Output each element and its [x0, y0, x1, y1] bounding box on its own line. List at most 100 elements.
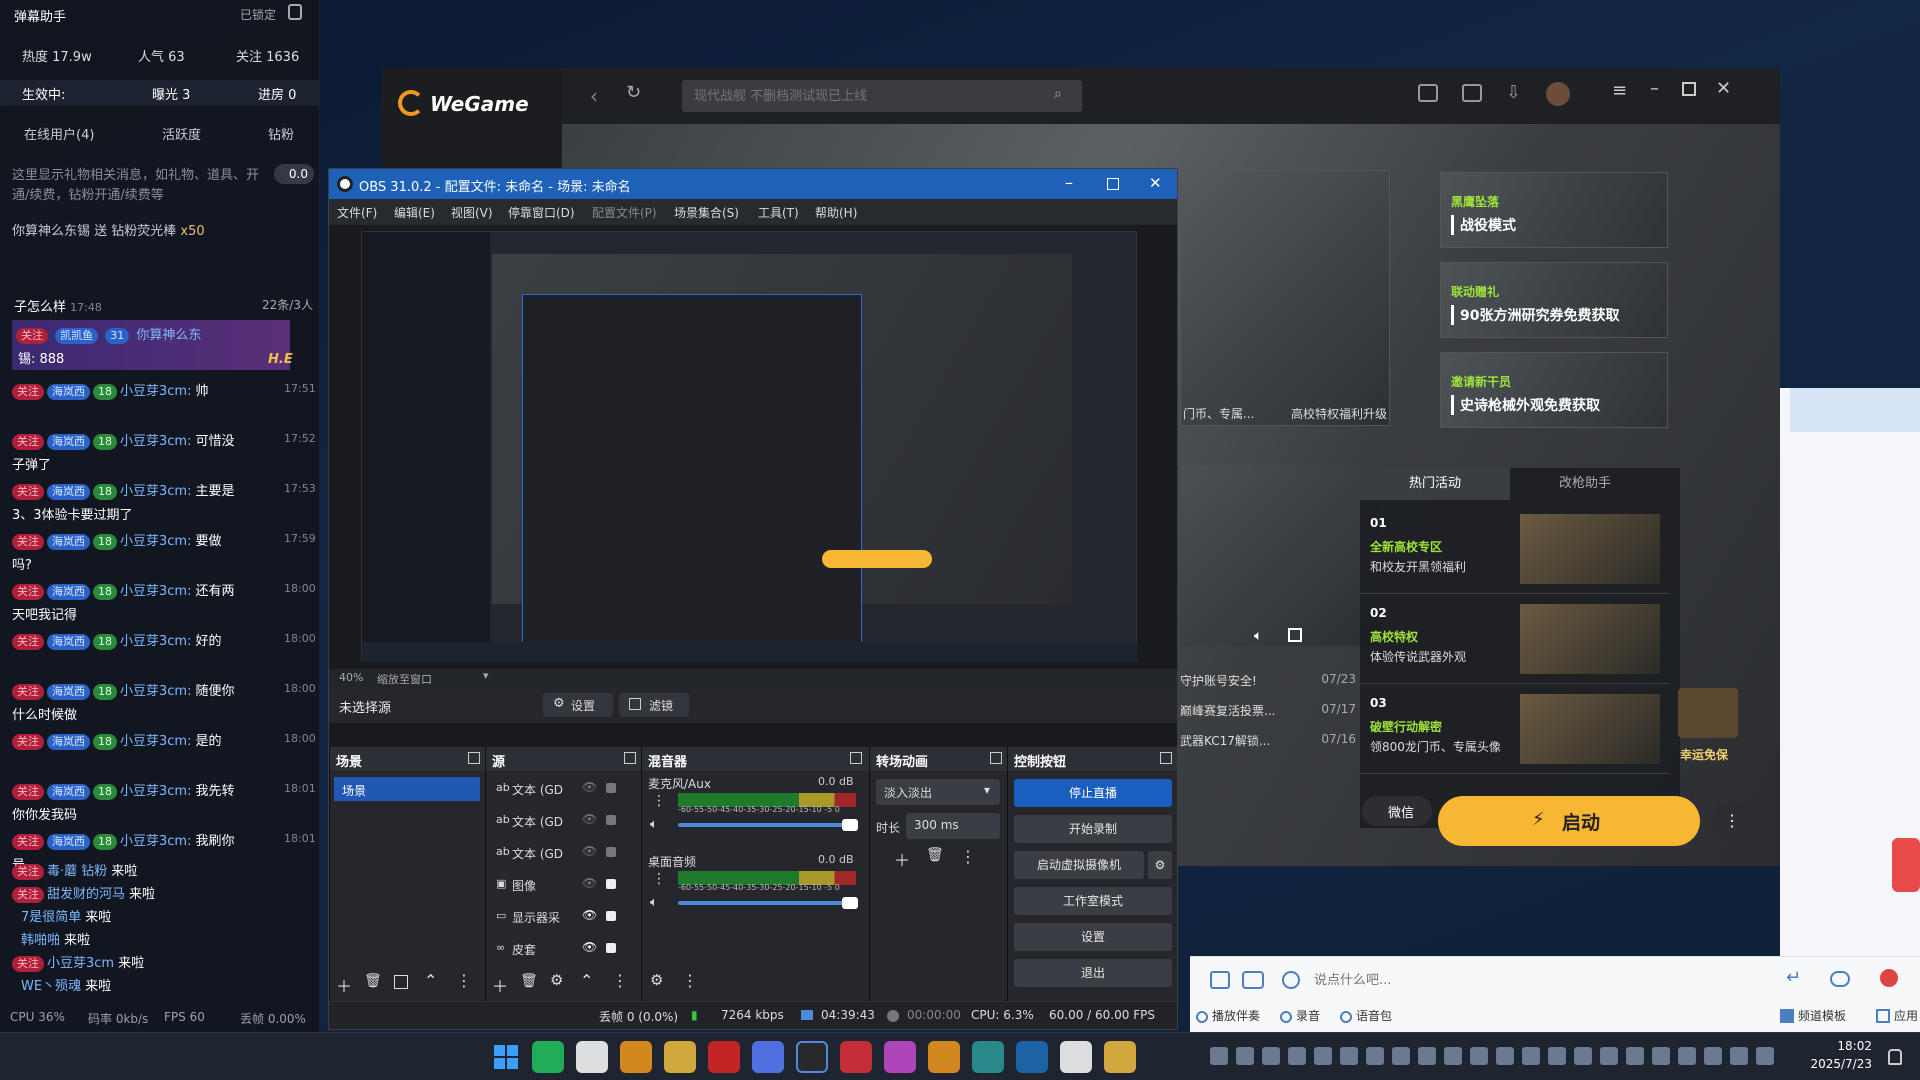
lock-icon[interactable]	[606, 879, 616, 889]
control-button-1[interactable]: 开始录制	[1014, 815, 1172, 843]
visibility-icon[interactable]: 👁︎	[582, 908, 597, 922]
chat-row[interactable]: 关注 海岚西 18 小豆芽3cm: 好的 18:00	[12, 630, 319, 650]
gear-icon[interactable]: ⚙	[550, 971, 563, 989]
more-icon[interactable]: ⋮	[652, 793, 666, 809]
menu-item[interactable]: 停靠窗口(D)	[508, 204, 575, 221]
source-item[interactable]: ▣ 图像 👁︎	[490, 873, 636, 897]
undock-icon[interactable]	[1160, 752, 1172, 764]
chat-row[interactable]: 关注 海岚西 18 小豆芽3cm: 还有两 18:00	[12, 580, 319, 600]
chat-row[interactable]: 关注 海岚西 18 小豆芽3cm: 可惜没 17:52	[12, 430, 319, 450]
news-item[interactable]: 巅峰赛复活投票... 07/17	[1180, 702, 1356, 719]
lock-icon[interactable]	[606, 911, 616, 921]
search-icon[interactable]: ⌕	[1054, 86, 1062, 102]
undock-icon[interactable]	[850, 752, 862, 764]
tray-icon-17[interactable]	[1652, 1047, 1670, 1065]
app-green-icon[interactable]	[532, 1041, 564, 1073]
enter-row[interactable]: 7是很简单 来啦	[12, 906, 319, 925]
bubble-icon[interactable]	[1830, 971, 1850, 987]
chat-row[interactable]: 关注 海岚西 18 小豆芽3cm: 我先转 18:01	[12, 780, 319, 800]
menu-item[interactable]: 场景集合(S)	[674, 204, 739, 221]
tab-helper[interactable]: 改枪助手	[1510, 468, 1660, 500]
video-thumb[interactable]: 🔈︎	[1180, 466, 1380, 646]
undock-icon[interactable]	[990, 752, 1002, 764]
undock-icon[interactable]	[624, 752, 636, 764]
follow-tag[interactable]: 关注	[16, 327, 48, 344]
tray-icon-5[interactable]	[1340, 1047, 1358, 1065]
add-icon[interactable]: ＋	[492, 973, 508, 997]
tray-icon-14[interactable]	[1574, 1047, 1592, 1065]
scene-item[interactable]: 场景	[334, 777, 480, 801]
wegame-taskbar-icon[interactable]	[928, 1041, 960, 1073]
chat-user[interactable]: 小豆芽3cm:	[120, 634, 191, 649]
chat-user[interactable]: 小豆芽3cm:	[120, 434, 191, 449]
virtual-camera-gear-icon[interactable]: ⚙	[1148, 851, 1172, 879]
tray-icon-9[interactable]	[1444, 1047, 1462, 1065]
source-item[interactable]: ab 文本 (GD 👁︎	[490, 777, 636, 801]
follow-tag[interactable]: 关注	[12, 863, 44, 880]
volume-slider[interactable]	[678, 897, 858, 909]
controller-icon[interactable]	[1242, 971, 1264, 989]
tray-icon-16[interactable]	[1626, 1047, 1644, 1065]
enter-row[interactable]: 关注 小豆芽3cm 来啦	[12, 952, 319, 972]
launch-button[interactable]: ⚡ 启动	[1438, 796, 1700, 846]
tray-icon-1[interactable]	[1236, 1047, 1254, 1065]
reply-icon[interactable]: ↵	[1786, 967, 1801, 988]
refresh-icon[interactable]: ↻	[626, 82, 641, 103]
lucky-chest-icon[interactable]	[1678, 688, 1738, 738]
home-icon[interactable]	[1780, 1009, 1794, 1023]
minimize-icon[interactable]: –	[1065, 173, 1073, 192]
visibility-icon[interactable]: 👁︎	[582, 812, 597, 826]
back-icon[interactable]: ‹	[590, 84, 598, 108]
chat-user[interactable]: 小豆芽3cm:	[120, 734, 191, 749]
chat-row[interactable]: 关注 海岚西 18 小豆芽3cm: 要做 17:59	[12, 530, 319, 550]
chat-tool-2[interactable]: 语音包	[1340, 1007, 1392, 1024]
menu-item[interactable]: 编辑(E)	[394, 204, 435, 221]
tray-icon-11[interactable]	[1496, 1047, 1514, 1065]
event-item[interactable]: 01 全新高校专区 和校友开黑领福利	[1360, 508, 1670, 594]
hero-media[interactable]: 门币、专属... 高校特权福利升级	[1180, 170, 1390, 426]
follow-tag[interactable]: 关注	[12, 383, 44, 400]
trash-icon[interactable]: 🗑︎	[520, 973, 538, 989]
lock-icon[interactable]	[606, 783, 616, 793]
filters-button[interactable]: 滤镜	[619, 693, 689, 717]
follow-tag[interactable]: 关注	[12, 633, 44, 650]
template-label[interactable]: 频道模板	[1798, 1007, 1846, 1024]
control-button-5[interactable]: 退出	[1014, 959, 1172, 987]
tray-icon-20[interactable]	[1730, 1047, 1748, 1065]
lock-icon[interactable]	[606, 943, 616, 953]
download-icon[interactable]: ⇩	[1506, 82, 1521, 103]
source-item[interactable]: ab 文本 (GD 👁︎	[490, 809, 636, 833]
chat-user[interactable]: 小豆芽3cm:	[120, 834, 191, 849]
online-users-col[interactable]: 在线用户(4)	[24, 124, 94, 143]
tray-icon-2[interactable]	[1262, 1047, 1280, 1065]
chat-user[interactable]: 小豆芽3cm:	[120, 584, 191, 599]
search-input[interactable]	[694, 86, 1034, 106]
follow-tag[interactable]: 关注	[12, 533, 44, 550]
properties-button[interactable]: ⚙ 设置	[543, 693, 613, 717]
tab-hot[interactable]: 热门活动	[1360, 468, 1510, 500]
gamepad-icon[interactable]	[1418, 84, 1438, 102]
volume-icon[interactable]: 🔈︎	[650, 817, 658, 832]
source-item[interactable]: ▭ 显示器采 👁︎	[490, 905, 636, 929]
enter-row[interactable]: WE丶殒魂 来啦	[12, 975, 319, 994]
menu-item[interactable]: 工具(T)	[758, 204, 799, 221]
more-icon[interactable]: ⋮	[960, 847, 976, 866]
control-button-3[interactable]: 工作室模式	[1014, 887, 1172, 915]
chat-user[interactable]: 小豆芽3cm:	[120, 784, 191, 799]
menu-item[interactable]: 文件(F)	[337, 204, 377, 221]
enter-user[interactable]: 7是很简单	[21, 910, 81, 925]
follow-tag[interactable]: 关注	[12, 483, 44, 500]
follow-tag[interactable]: 关注	[12, 886, 44, 903]
follow-tag[interactable]: 关注	[12, 955, 44, 972]
tray-icon-19[interactable]	[1704, 1047, 1722, 1065]
chevron-down-icon[interactable]: ▾	[483, 669, 489, 682]
enter-user[interactable]: 甜发财的河马	[47, 887, 125, 902]
app-pin-icon[interactable]	[576, 1041, 608, 1073]
enter-row[interactable]: 关注 毒·蘑 钻粉 来啦	[12, 860, 319, 880]
chat-tool-0[interactable]: 播放伴奏	[1196, 1007, 1260, 1024]
chat-tool-1[interactable]: 录音	[1280, 1007, 1320, 1024]
control-button-0[interactable]: 停止直播	[1014, 779, 1172, 807]
chevron-up-icon[interactable]: ⌃	[424, 971, 437, 990]
event-item[interactable]: 03 破壁行动解密 领800龙门币、专属头像	[1360, 688, 1670, 774]
activity-col[interactable]: 活跃度	[162, 124, 201, 143]
